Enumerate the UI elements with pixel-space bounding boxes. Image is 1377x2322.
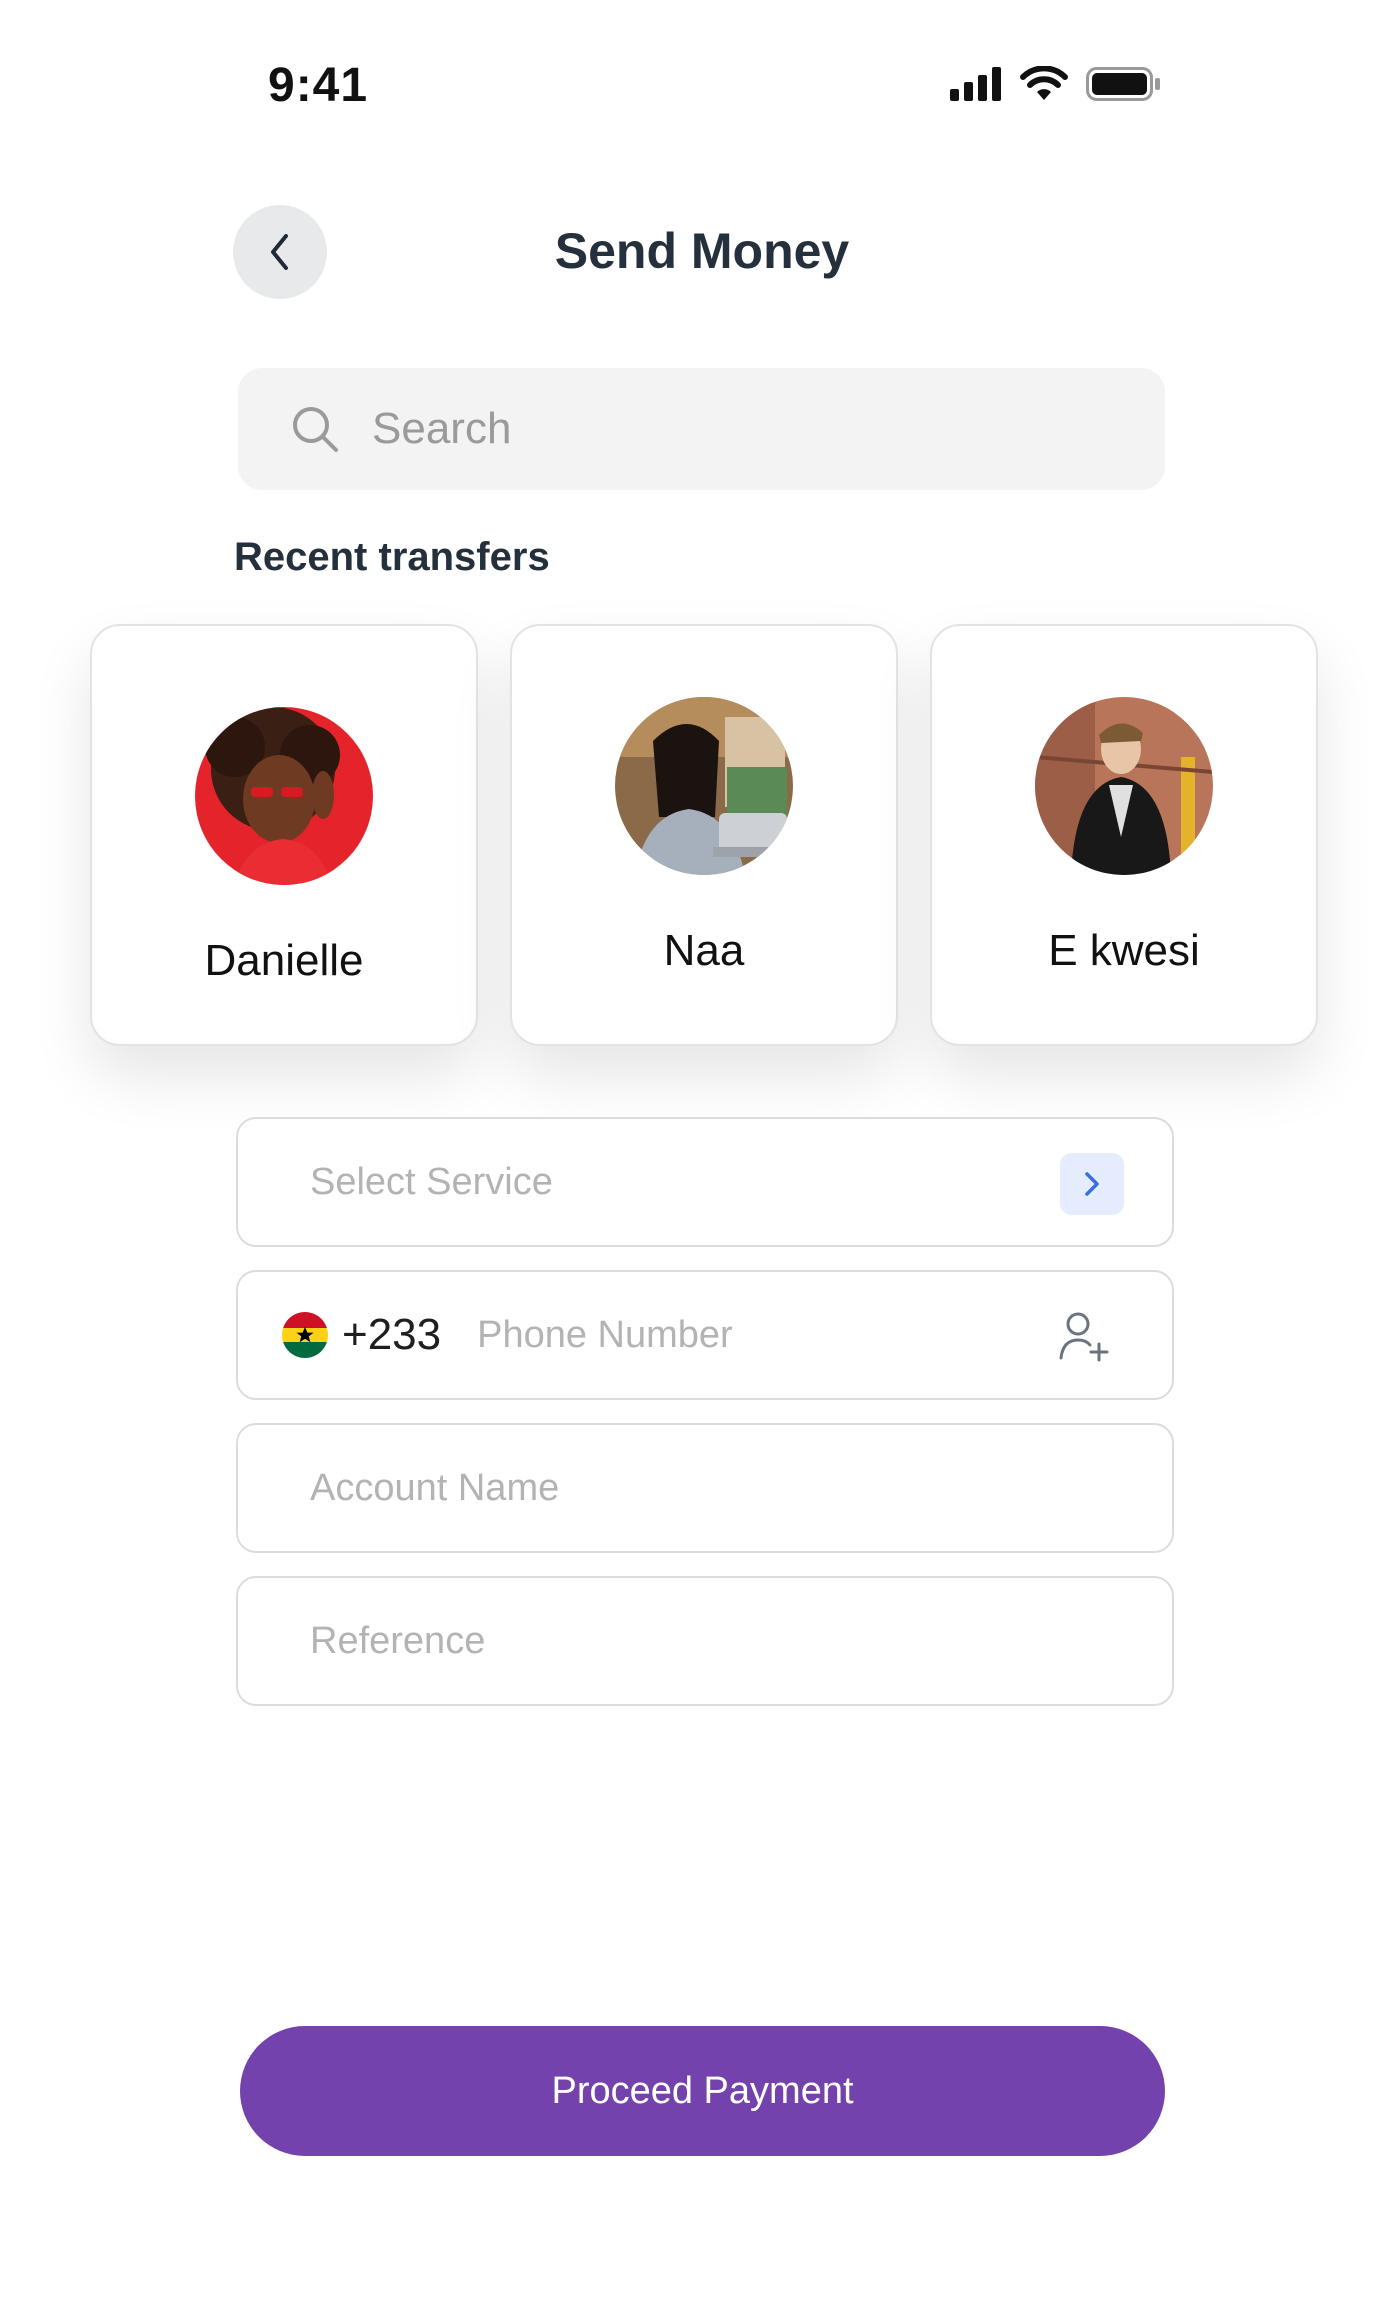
search-icon (293, 407, 338, 452)
phone-number-field[interactable]: +233 (236, 1270, 1174, 1400)
search-bar[interactable] (238, 368, 1165, 490)
status-time: 9:41 (268, 59, 369, 112)
status-icons (950, 66, 1162, 102)
contact-name: E kwesi (1048, 926, 1200, 975)
reference-input[interactable] (310, 1619, 1110, 1663)
service-select[interactable] (310, 1160, 1010, 1204)
reference-field[interactable] (236, 1576, 1174, 1706)
proceed-payment-button[interactable]: Proceed Payment (240, 2026, 1165, 2156)
battery-icon (1086, 67, 1160, 101)
recent-contact-card[interactable]: E kwesi (930, 624, 1318, 1046)
service-expand-button[interactable] (1060, 1153, 1124, 1215)
account-name-input[interactable] (310, 1466, 1110, 1510)
recent-contact-card[interactable]: Naa (510, 624, 898, 1046)
wifi-icon (1020, 66, 1068, 100)
avatar (195, 707, 373, 885)
ghana-flag-icon (282, 1312, 328, 1358)
chevron-right-icon (1085, 1172, 1099, 1196)
search-input[interactable] (372, 404, 1132, 454)
select-service-field[interactable] (236, 1117, 1174, 1247)
phone-input[interactable] (477, 1313, 998, 1357)
page-title: Send Money (554, 223, 850, 279)
recent-contact-card[interactable]: Danielle (90, 624, 478, 1046)
add-contact-icon[interactable] (1058, 1312, 1110, 1362)
account-name-field[interactable] (236, 1423, 1174, 1553)
send-money-screen: 9:41 Send Money Recent (0, 0, 1377, 2322)
dial-code: +233 (342, 1310, 442, 1359)
contact-name: Danielle (204, 936, 364, 985)
avatar (1035, 697, 1213, 875)
contact-name: Naa (663, 926, 745, 975)
avatar (615, 697, 793, 875)
recent-transfers-title: Recent transfers (234, 535, 550, 579)
cellular-signal-icon (950, 67, 1001, 101)
